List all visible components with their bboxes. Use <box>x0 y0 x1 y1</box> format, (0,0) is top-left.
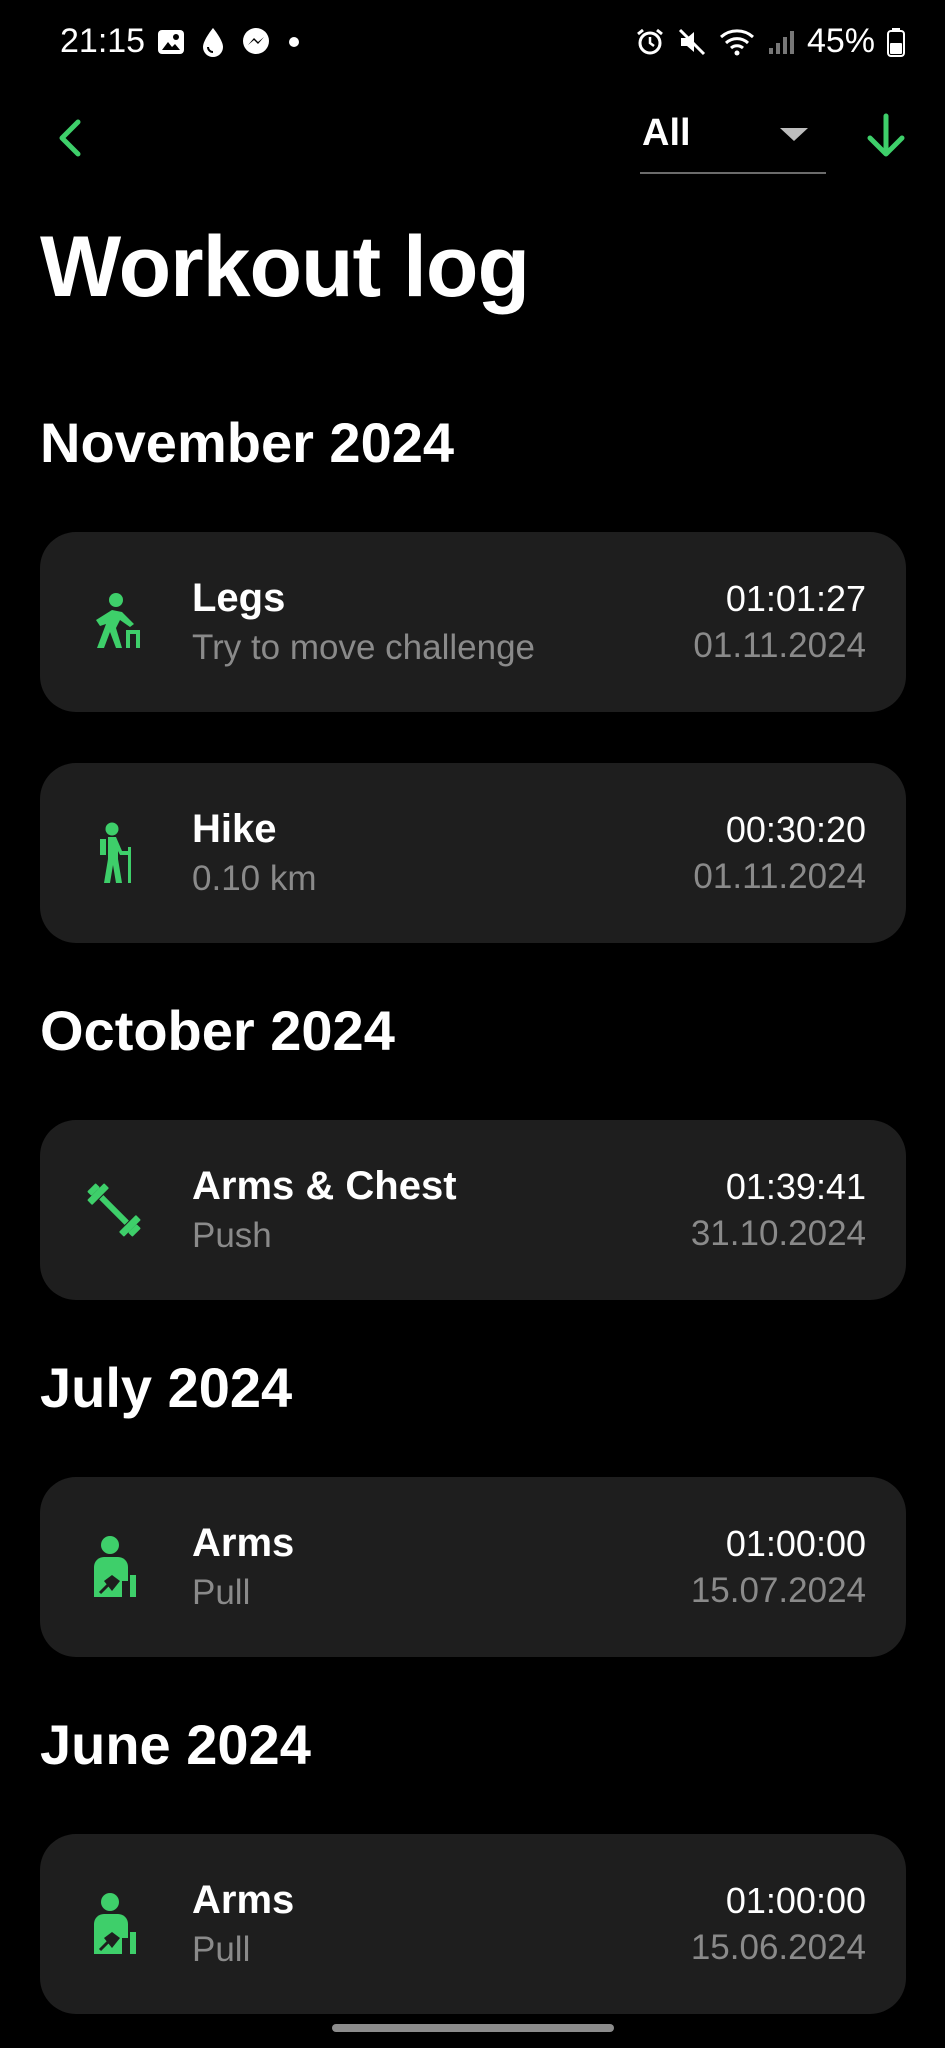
workout-date: 01.11.2024 <box>693 857 866 896</box>
person-arm-icon <box>94 1536 136 1597</box>
download-button[interactable] <box>862 106 910 166</box>
workout-card[interactable]: Hike 0.10 km 00:30:20 01.11.2024 <box>40 763 906 943</box>
workout-subtitle: Try to move challenge <box>192 628 536 667</box>
workout-date: 01.11.2024 <box>693 626 866 665</box>
filter-selected-value: All <box>642 112 691 154</box>
home-indicator[interactable] <box>332 2024 614 2032</box>
section-title-july-2024: July 2024 <box>40 1356 293 1419</box>
workout-subtitle: Pull <box>192 1930 251 1969</box>
workout-subtitle: Push <box>192 1216 272 1255</box>
workout-card[interactable]: Arms Pull 01:00:00 15.07.2024 <box>40 1477 906 1657</box>
person-arm-icon <box>94 1893 136 1954</box>
mute-icon <box>677 27 707 57</box>
wifi-icon <box>719 27 755 57</box>
workout-duration: 01:39:41 <box>725 1166 866 1207</box>
page-title: Workout log <box>40 219 530 315</box>
filter-dropdown[interactable]: All <box>640 100 826 174</box>
workout-title: Arms <box>192 1521 295 1565</box>
battery-icon <box>887 27 905 57</box>
workout-duration: 01:00:00 <box>725 1523 866 1564</box>
chevron-left-icon <box>59 119 81 157</box>
workout-duration: 01:00:00 <box>725 1880 866 1921</box>
back-button[interactable] <box>50 108 90 168</box>
workout-subtitle: 0.10 km <box>192 859 317 898</box>
workout-card[interactable]: Arms Pull 01:00:00 15.06.2024 <box>40 1834 906 2014</box>
workout-date: 31.10.2024 <box>690 1214 866 1253</box>
caret-down-icon <box>780 128 808 141</box>
workout-date: 15.06.2024 <box>690 1928 866 1967</box>
workout-title: Hike <box>192 807 277 851</box>
workout-subtitle: Pull <box>192 1573 251 1612</box>
gallery-icon <box>156 27 186 57</box>
top-app-bar: All <box>0 100 945 180</box>
section-title-november-2024: November 2024 <box>40 411 455 474</box>
workout-card[interactable]: Arms & Chest Push 01:39:41 31.10.2024 <box>40 1120 906 1300</box>
section-title-october-2024: October 2024 <box>40 999 395 1062</box>
workout-duration: 01:01:27 <box>725 578 866 619</box>
workout-card[interactable]: Legs Try to move challenge 01:01:27 01.1… <box>40 532 906 712</box>
section-title-june-2024: June 2024 <box>40 1713 311 1776</box>
workout-duration: 00:30:20 <box>725 809 866 850</box>
stretching-person-icon <box>96 593 140 648</box>
workout-title: Arms <box>192 1878 295 1922</box>
workout-date: 15.07.2024 <box>690 1571 866 1610</box>
arrow-down-icon <box>867 113 905 157</box>
hiker-icon <box>100 822 131 883</box>
dumbbell-icon <box>87 1183 141 1237</box>
notification-icons <box>156 26 302 58</box>
signal-icon <box>767 28 795 56</box>
status-bar: 21:15 45% <box>0 0 945 90</box>
status-time: 21:15 <box>60 22 146 60</box>
workout-title: Legs <box>192 576 286 620</box>
drop-icon <box>200 26 226 58</box>
system-indicators: 45% <box>635 22 905 61</box>
battery-percent: 45% <box>806 22 875 60</box>
dot-icon <box>286 34 302 50</box>
messenger-icon <box>240 26 272 58</box>
alarm-icon <box>635 27 665 57</box>
workout-title: Arms & Chest <box>192 1164 457 1208</box>
